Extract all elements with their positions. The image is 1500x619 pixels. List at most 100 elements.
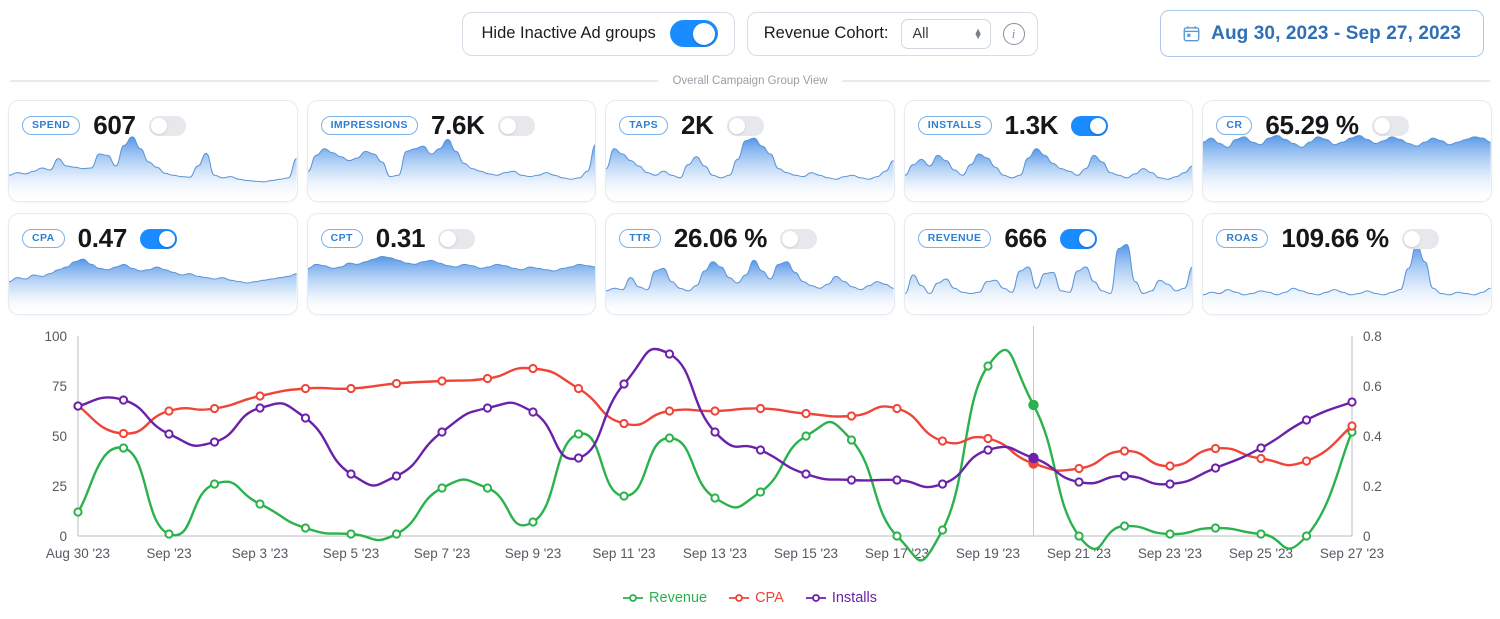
data-point[interactable] (755, 487, 766, 497)
data-point[interactable] (300, 523, 311, 533)
metric-toggle[interactable] (726, 115, 764, 136)
data-point[interactable] (164, 429, 174, 439)
metric-card-ttr[interactable]: TTR 26.06 % (605, 213, 895, 315)
data-point[interactable] (619, 418, 629, 429)
data-point[interactable] (1119, 446, 1130, 456)
data-point[interactable] (801, 408, 811, 419)
data-point[interactable] (300, 383, 311, 394)
data-point[interactable] (118, 395, 129, 405)
data-point[interactable] (346, 469, 356, 479)
data-point[interactable] (118, 443, 129, 453)
data-point[interactable] (892, 475, 902, 485)
data-point[interactable] (619, 379, 629, 389)
data-point[interactable] (573, 453, 584, 463)
metric-card-cpa[interactable]: CPA 0.47 (8, 213, 298, 315)
data-point[interactable] (482, 483, 493, 493)
data-point[interactable] (300, 413, 311, 423)
data-point[interactable] (573, 429, 584, 439)
main-chart-svg[interactable]: 0 25 50 75 100 0 0.2 0.4 0.6 0.8 Aug 30 '23 Sep '23… (0, 324, 1500, 574)
data-point[interactable] (710, 493, 720, 503)
data-point[interactable] (937, 479, 948, 489)
data-point[interactable] (1256, 443, 1266, 453)
info-icon[interactable]: i (1002, 22, 1025, 45)
data-point[interactable] (1074, 477, 1084, 487)
data-point[interactable] (1028, 399, 1039, 411)
hide-inactive-ad-groups-control[interactable]: Hide Inactive Ad groups (462, 11, 735, 56)
data-point[interactable] (801, 431, 811, 441)
data-point[interactable] (528, 517, 538, 527)
data-point[interactable] (983, 361, 993, 371)
data-point[interactable] (73, 507, 83, 517)
data-point[interactable] (801, 469, 811, 479)
metric-toggle[interactable] (1401, 228, 1439, 249)
data-point[interactable] (664, 406, 675, 416)
metric-card-spend[interactable]: SPEND 607 (8, 100, 298, 202)
data-point[interactable] (1347, 421, 1357, 431)
metric-card-roas[interactable]: ROAS 109.66 % (1202, 213, 1492, 315)
data-point[interactable] (528, 363, 538, 374)
data-point[interactable] (1347, 397, 1357, 407)
data-point[interactable] (937, 436, 948, 446)
data-point[interactable] (437, 483, 447, 493)
metric-card-installs[interactable]: INSTALLS 1.3K (903, 100, 1194, 202)
metric-toggle[interactable] (140, 228, 177, 249)
data-point[interactable] (391, 471, 402, 481)
data-point[interactable] (846, 411, 857, 421)
data-point[interactable] (1028, 452, 1039, 464)
data-point[interactable] (1256, 453, 1266, 464)
data-point[interactable] (619, 491, 629, 501)
legend-item-installs[interactable]: Installs (805, 590, 877, 606)
date-range-button[interactable]: Aug 30, 2023 - Sep 27, 2023 (1160, 10, 1484, 57)
data-point[interactable] (1119, 471, 1130, 481)
data-point[interactable] (1165, 461, 1175, 471)
data-point[interactable] (528, 407, 538, 417)
data-point[interactable] (482, 403, 493, 413)
data-point[interactable] (209, 437, 220, 447)
data-point[interactable] (255, 403, 265, 413)
data-point[interactable] (1301, 531, 1312, 541)
data-point[interactable] (755, 445, 766, 455)
data-point[interactable] (1210, 443, 1221, 454)
data-point[interactable] (482, 373, 493, 384)
metric-toggle[interactable] (1371, 115, 1409, 136)
data-point[interactable] (255, 499, 265, 509)
metric-card-cr[interactable]: CR 65.29 % (1202, 100, 1492, 202)
data-point[interactable] (892, 403, 902, 414)
metric-card-taps[interactable]: TAPS 2K (605, 100, 895, 202)
data-point[interactable] (1256, 529, 1266, 539)
metric-toggle[interactable] (438, 228, 476, 249)
metric-toggle[interactable] (780, 228, 818, 249)
data-point[interactable] (846, 475, 857, 485)
hide-inactive-toggle[interactable] (669, 20, 718, 47)
data-point[interactable] (164, 529, 174, 539)
metric-card-cpt[interactable]: CPT 0.31 (306, 213, 597, 315)
data-point[interactable] (573, 383, 584, 394)
data-point[interactable] (164, 406, 174, 416)
data-point[interactable] (983, 433, 993, 444)
data-point[interactable] (1165, 479, 1175, 489)
data-point[interactable] (209, 479, 220, 489)
data-point[interactable] (118, 428, 129, 439)
data-point[interactable] (255, 391, 265, 401)
data-point[interactable] (1119, 521, 1130, 531)
data-point[interactable] (664, 433, 675, 443)
data-point[interactable] (755, 403, 766, 414)
metric-card-revenue[interactable]: REVENUE 666 (903, 213, 1194, 315)
data-point[interactable] (346, 383, 356, 394)
data-point[interactable] (437, 427, 447, 437)
data-point[interactable] (1210, 523, 1221, 533)
data-point[interactable] (664, 349, 675, 359)
data-point[interactable] (1165, 529, 1175, 539)
data-point[interactable] (710, 427, 720, 437)
metric-card-impressions[interactable]: IMPRESSIONS 7.6K (306, 100, 597, 202)
data-point[interactable] (73, 401, 83, 411)
data-point[interactable] (209, 403, 220, 414)
data-point[interactable] (1301, 456, 1312, 466)
data-point[interactable] (710, 406, 720, 416)
data-point[interactable] (983, 445, 993, 455)
data-point[interactable] (391, 378, 402, 389)
metric-toggle[interactable] (148, 115, 186, 136)
data-point[interactable] (1301, 415, 1312, 425)
data-point[interactable] (346, 529, 356, 539)
revenue-cohort-select[interactable]: All ▲ ▼ (900, 18, 991, 49)
